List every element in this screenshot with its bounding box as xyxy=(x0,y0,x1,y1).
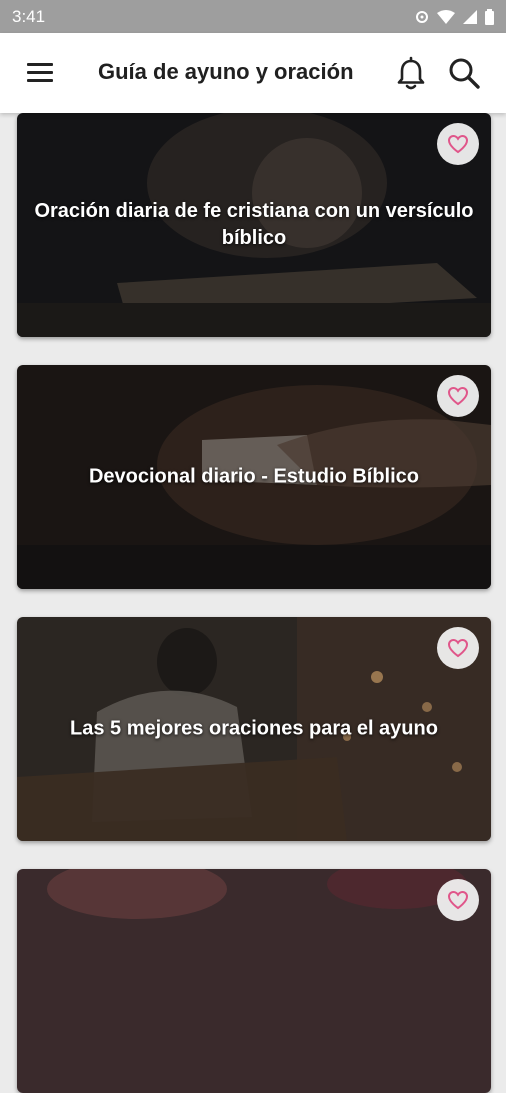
menu-button[interactable] xyxy=(24,59,56,87)
card-title: Las 5 mejores oraciones para el ayuno xyxy=(70,717,438,740)
card-title: Devocional diario - Estudio Bíblico xyxy=(88,465,420,488)
article-card[interactable]: Oración diaria de fe cristiana con un ve… xyxy=(17,113,491,337)
card-image xyxy=(17,869,491,1093)
article-card[interactable]: Las 5 mejores oraciones para el ayuno xyxy=(17,617,491,841)
search-icon xyxy=(449,58,480,89)
settings-icon xyxy=(416,10,428,23)
search-button[interactable] xyxy=(446,55,482,91)
article-card[interactable]: Devocional diario - Estudio Bíblico xyxy=(17,365,491,589)
status-icons xyxy=(415,8,494,25)
battery-icon xyxy=(485,8,494,25)
favorite-button[interactable] xyxy=(437,123,479,165)
favorite-button[interactable] xyxy=(437,627,479,669)
status-time: 3:41 xyxy=(12,6,46,26)
hamburger-menu-icon xyxy=(27,63,53,66)
heart-outline-icon xyxy=(447,638,469,658)
app-bar: Guía de ayuno y oración xyxy=(0,33,506,113)
article-card[interactable] xyxy=(17,869,491,1093)
app-title: Guía de ayuno y oración xyxy=(98,59,354,84)
favorite-button[interactable] xyxy=(437,879,479,921)
status-bar: 3:41 xyxy=(0,0,506,33)
signal-icon xyxy=(463,9,477,24)
wifi-icon xyxy=(437,9,455,24)
bell-icon xyxy=(397,56,425,90)
card-title: Oración diaria de fe cristiana con un ve… xyxy=(34,200,474,249)
notifications-button[interactable] xyxy=(394,55,428,93)
heart-outline-icon xyxy=(447,134,469,154)
favorite-button[interactable] xyxy=(437,375,479,417)
heart-outline-icon xyxy=(447,386,469,406)
heart-outline-icon xyxy=(447,890,469,910)
